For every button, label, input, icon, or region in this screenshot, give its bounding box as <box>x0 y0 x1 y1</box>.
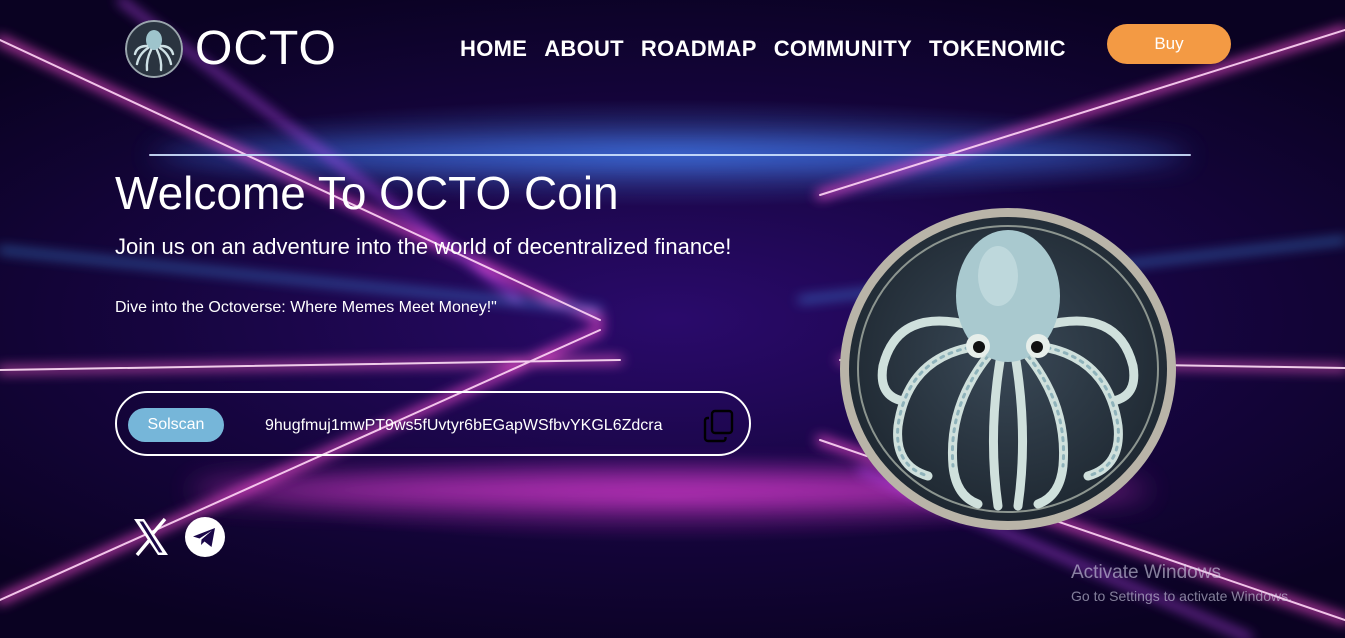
x-twitter-icon[interactable] <box>130 516 172 558</box>
nav-home[interactable]: HOME <box>460 36 527 62</box>
nav-tokenomic[interactable]: TOKENOMIC <box>929 36 1066 62</box>
brand-name: OCTO <box>195 22 337 75</box>
octopus-logo-icon <box>125 20 183 78</box>
hero-tagline: Dive into the Octoverse: Where Memes Mee… <box>115 299 497 316</box>
hero-subtitle: Join us on an adventure into the world o… <box>115 234 732 259</box>
activate-windows-watermark: Activate Windows Go to Settings to activ… <box>1071 562 1292 604</box>
contract-address-box: Solscan 9hugfmuj1mwPT9ws5fUvtyr6bEGapWSf… <box>115 391 751 456</box>
contract-address: 9hugfmuj1mwPT9ws5fUvtyr6bEGapWSfbvYKGL6Z… <box>265 417 663 434</box>
hero-title: Welcome To OCTO Coin <box>115 167 619 219</box>
main-nav: HOME ABOUT ROADMAP COMMUNITY TOKENOMIC <box>460 36 1066 62</box>
activate-windows-text: Go to Settings to activate Windows. <box>1071 588 1292 604</box>
telegram-icon[interactable] <box>184 516 226 558</box>
solscan-button[interactable]: Solscan <box>128 408 224 442</box>
social-links <box>130 516 226 558</box>
activate-windows-title: Activate Windows <box>1071 562 1221 583</box>
nav-about[interactable]: ABOUT <box>544 36 624 62</box>
nav-community[interactable]: COMMUNITY <box>774 36 912 62</box>
copy-icon[interactable] <box>703 409 735 443</box>
page: OCTO HOME ABOUT ROADMAP COMMUNITY TOKENO… <box>0 0 1345 638</box>
brand-logo[interactable]: OCTO <box>125 20 337 78</box>
octopus-coin-illustration <box>838 206 1178 532</box>
buy-button[interactable]: Buy <box>1107 24 1231 64</box>
nav-roadmap[interactable]: ROADMAP <box>641 36 757 62</box>
